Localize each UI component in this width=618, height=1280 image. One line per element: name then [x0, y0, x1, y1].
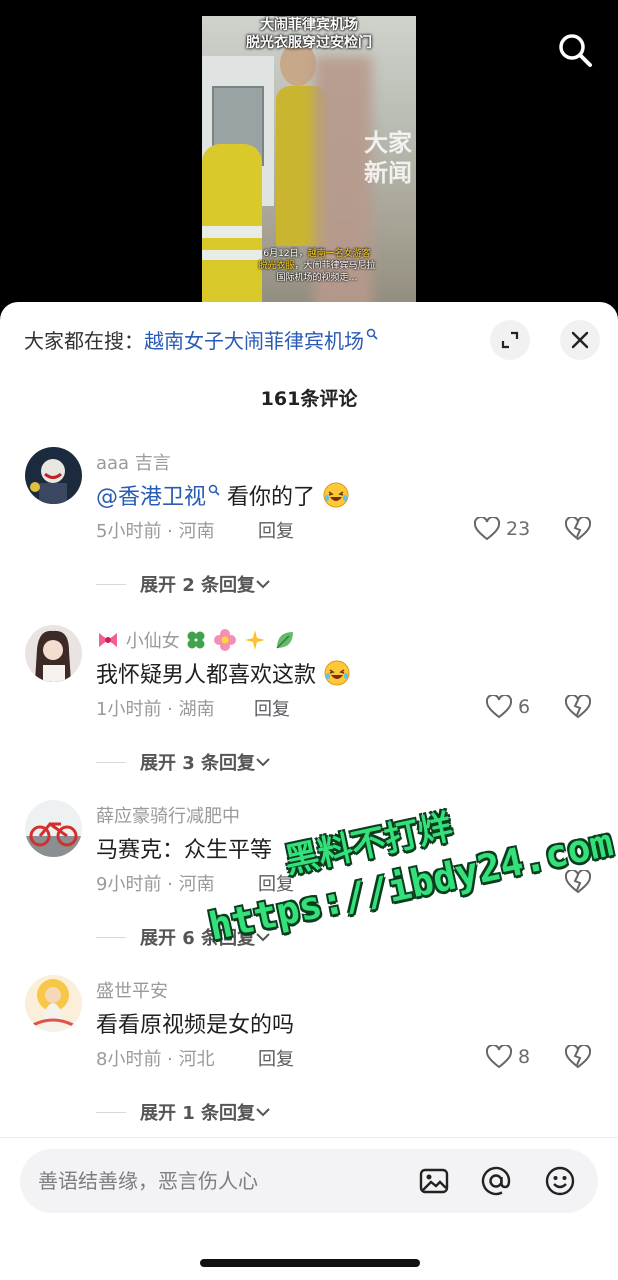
- comment-username[interactable]: 小仙女: [96, 627, 297, 653]
- broken-heart-icon[interactable]: [565, 517, 591, 541]
- like-button[interactable]: 23: [474, 517, 530, 541]
- comment-meta: 5小时前 · 河南: [96, 521, 215, 542]
- divider: [96, 761, 126, 763]
- caption-text: ，大闹菲律宾马尼拉: [294, 261, 376, 271]
- broken-heart-icon[interactable]: [565, 870, 591, 894]
- comment-text: @香港卫视 看你的了: [96, 479, 350, 511]
- broken-heart-icon[interactable]: [565, 695, 591, 719]
- video-watermark: 大家 新闻: [364, 128, 416, 188]
- avatar[interactable]: [25, 625, 82, 682]
- heart-icon: [486, 1045, 512, 1069]
- close-icon: [571, 331, 589, 349]
- comment-mention[interactable]: @香港卫视: [96, 485, 206, 510]
- comment-item: 小仙女 我怀疑男人都喜欢这款 1小时前 · 湖南 回复 6 展开 3 条回复: [0, 625, 618, 795]
- avatar[interactable]: [25, 447, 82, 504]
- search-icon: [366, 329, 378, 340]
- comment-username-text: 小仙女: [125, 631, 180, 652]
- search-icon[interactable]: [555, 30, 595, 70]
- comment-body: 看你的了: [220, 485, 316, 510]
- expand-replies-label: 展开 6 条回复: [140, 928, 256, 949]
- chevron-down-icon: [256, 758, 270, 767]
- reply-button[interactable]: 回复: [258, 1045, 294, 1071]
- comment-count: 161条评论: [260, 388, 358, 410]
- trending-search-prefix: 大家都在搜：: [24, 329, 144, 353]
- comment-meta: 8小时前 · 河北: [96, 1049, 215, 1070]
- like-count: 8: [518, 1046, 531, 1068]
- divider: [96, 1111, 126, 1113]
- divider: [0, 1137, 618, 1138]
- expand-replies-label: 展开 3 条回复: [140, 753, 256, 774]
- at-mention-icon[interactable]: [480, 1165, 512, 1197]
- trending-search-term[interactable]: 越南女子大闹菲律宾机场: [144, 329, 364, 353]
- comment-username[interactable]: aaa 吉言: [96, 449, 171, 475]
- home-indicator[interactable]: [200, 1259, 420, 1267]
- caption-highlight: 脱光衣服: [258, 261, 295, 271]
- caption-text: 6月12日，: [263, 249, 308, 259]
- comment-input[interactable]: [38, 1149, 408, 1213]
- avatar[interactable]: [25, 800, 82, 857]
- like-button[interactable]: 6: [486, 695, 530, 719]
- reply-button[interactable]: 回复: [258, 517, 294, 543]
- search-icon: [208, 484, 220, 496]
- chevron-down-icon: [256, 580, 270, 589]
- expand-replies[interactable]: 展开 2 条回复: [96, 571, 271, 597]
- heart-icon: [474, 517, 500, 541]
- comment-text: 我怀疑男人都喜欢这款: [96, 657, 351, 689]
- comment-meta: 9小时前 · 河南: [96, 874, 215, 895]
- video-caption: 6月12日，越南一名女游客 脱光衣服，大闹菲律宾马尼拉 国际机场的视频走…: [232, 248, 402, 284]
- expand-replies[interactable]: 展开 1 条回复: [96, 1099, 271, 1125]
- video-watermark-line1: 大家: [364, 129, 412, 157]
- comment-sheet: 大家都在搜：越南女子大闹菲律宾机场 161条评论 aaa 吉言 @香港卫视 看你…: [0, 302, 618, 1280]
- reply-button[interactable]: 回复: [254, 695, 290, 721]
- flower-icon: [214, 629, 237, 651]
- video-title: 大闹菲律宾机场 脱光衣服穿过安检门: [202, 16, 416, 52]
- comment-username[interactable]: 薛应豪骑行减肥中: [96, 802, 240, 828]
- broken-heart-icon[interactable]: [565, 1045, 591, 1069]
- like-count: 6: [518, 696, 531, 718]
- chevron-down-icon: [256, 1108, 270, 1117]
- video-title-line2: 脱光衣服穿过安检门: [246, 35, 372, 51]
- expand-button[interactable]: [490, 320, 530, 360]
- video-title-line1: 大闹菲律宾机场: [260, 17, 358, 33]
- expand-replies-label: 展开 2 条回复: [140, 575, 256, 596]
- trending-search[interactable]: 大家都在搜：越南女子大闹菲律宾机场: [24, 326, 378, 356]
- leaf-icon: [276, 632, 293, 649]
- close-button[interactable]: [560, 320, 600, 360]
- avatar[interactable]: [25, 975, 82, 1032]
- divider: [96, 583, 126, 585]
- comment-item: 盛世平安 看看原视频是女的吗 8小时前 · 河北 回复 8 展开 1 条回复: [0, 975, 618, 1145]
- comment-meta: 1小时前 · 湖南: [96, 699, 215, 720]
- comment-text: 看看原视频是女的吗: [96, 1013, 295, 1038]
- like-count: 23: [506, 518, 531, 540]
- expand-icon: [501, 331, 519, 349]
- clover-icon: [187, 631, 205, 649]
- caption-highlight: 越南一名女游客: [307, 249, 371, 259]
- video-thumbnail[interactable]: 大家 新闻 大闹菲律宾机场 脱光衣服穿过安检门 6月12日，越南一名女游客 脱光…: [202, 16, 416, 316]
- expand-replies-label: 展开 1 条回复: [140, 1103, 256, 1124]
- image-icon[interactable]: [418, 1165, 450, 1197]
- video-area[interactable]: 大家 新闻 大闹菲律宾机场 脱光衣服穿过安检门 6月12日，越南一名女游客 脱光…: [0, 0, 618, 330]
- chevron-down-icon: [256, 933, 270, 942]
- reply-button[interactable]: 回复: [258, 870, 294, 896]
- comment-text: 马赛克：众生平等: [96, 838, 273, 863]
- comment-item: aaa 吉言 @香港卫视 看你的了 5小时前 · 河南 回复 23 展开 2 条…: [0, 447, 618, 617]
- laughing-emoji-icon: [324, 660, 350, 686]
- ribbon-icon: [99, 633, 117, 647]
- video-vest-stripe: [202, 226, 262, 238]
- laughing-emoji-icon: [323, 482, 349, 508]
- sparkles-icon: [244, 630, 265, 650]
- expand-replies[interactable]: 展开 6 条回复: [96, 924, 271, 950]
- divider: [96, 936, 126, 938]
- caption-text: 国际机场的视频走…: [276, 273, 358, 283]
- comment-item: 薛应豪骑行减肥中 马赛克：众生平等 9小时前 · 河南 回复 展开 6 条回复: [0, 800, 618, 970]
- expand-replies[interactable]: 展开 3 条回复: [96, 749, 271, 775]
- like-button[interactable]: 8: [486, 1045, 530, 1069]
- comment-input-bar: [20, 1149, 598, 1213]
- comment-username[interactable]: 盛世平安: [96, 977, 168, 1003]
- video-watermark-line2: 新闻: [364, 159, 412, 187]
- comment-body: 我怀疑男人都喜欢这款: [96, 663, 317, 688]
- heart-icon: [486, 695, 512, 719]
- emoji-icon[interactable]: [544, 1165, 576, 1197]
